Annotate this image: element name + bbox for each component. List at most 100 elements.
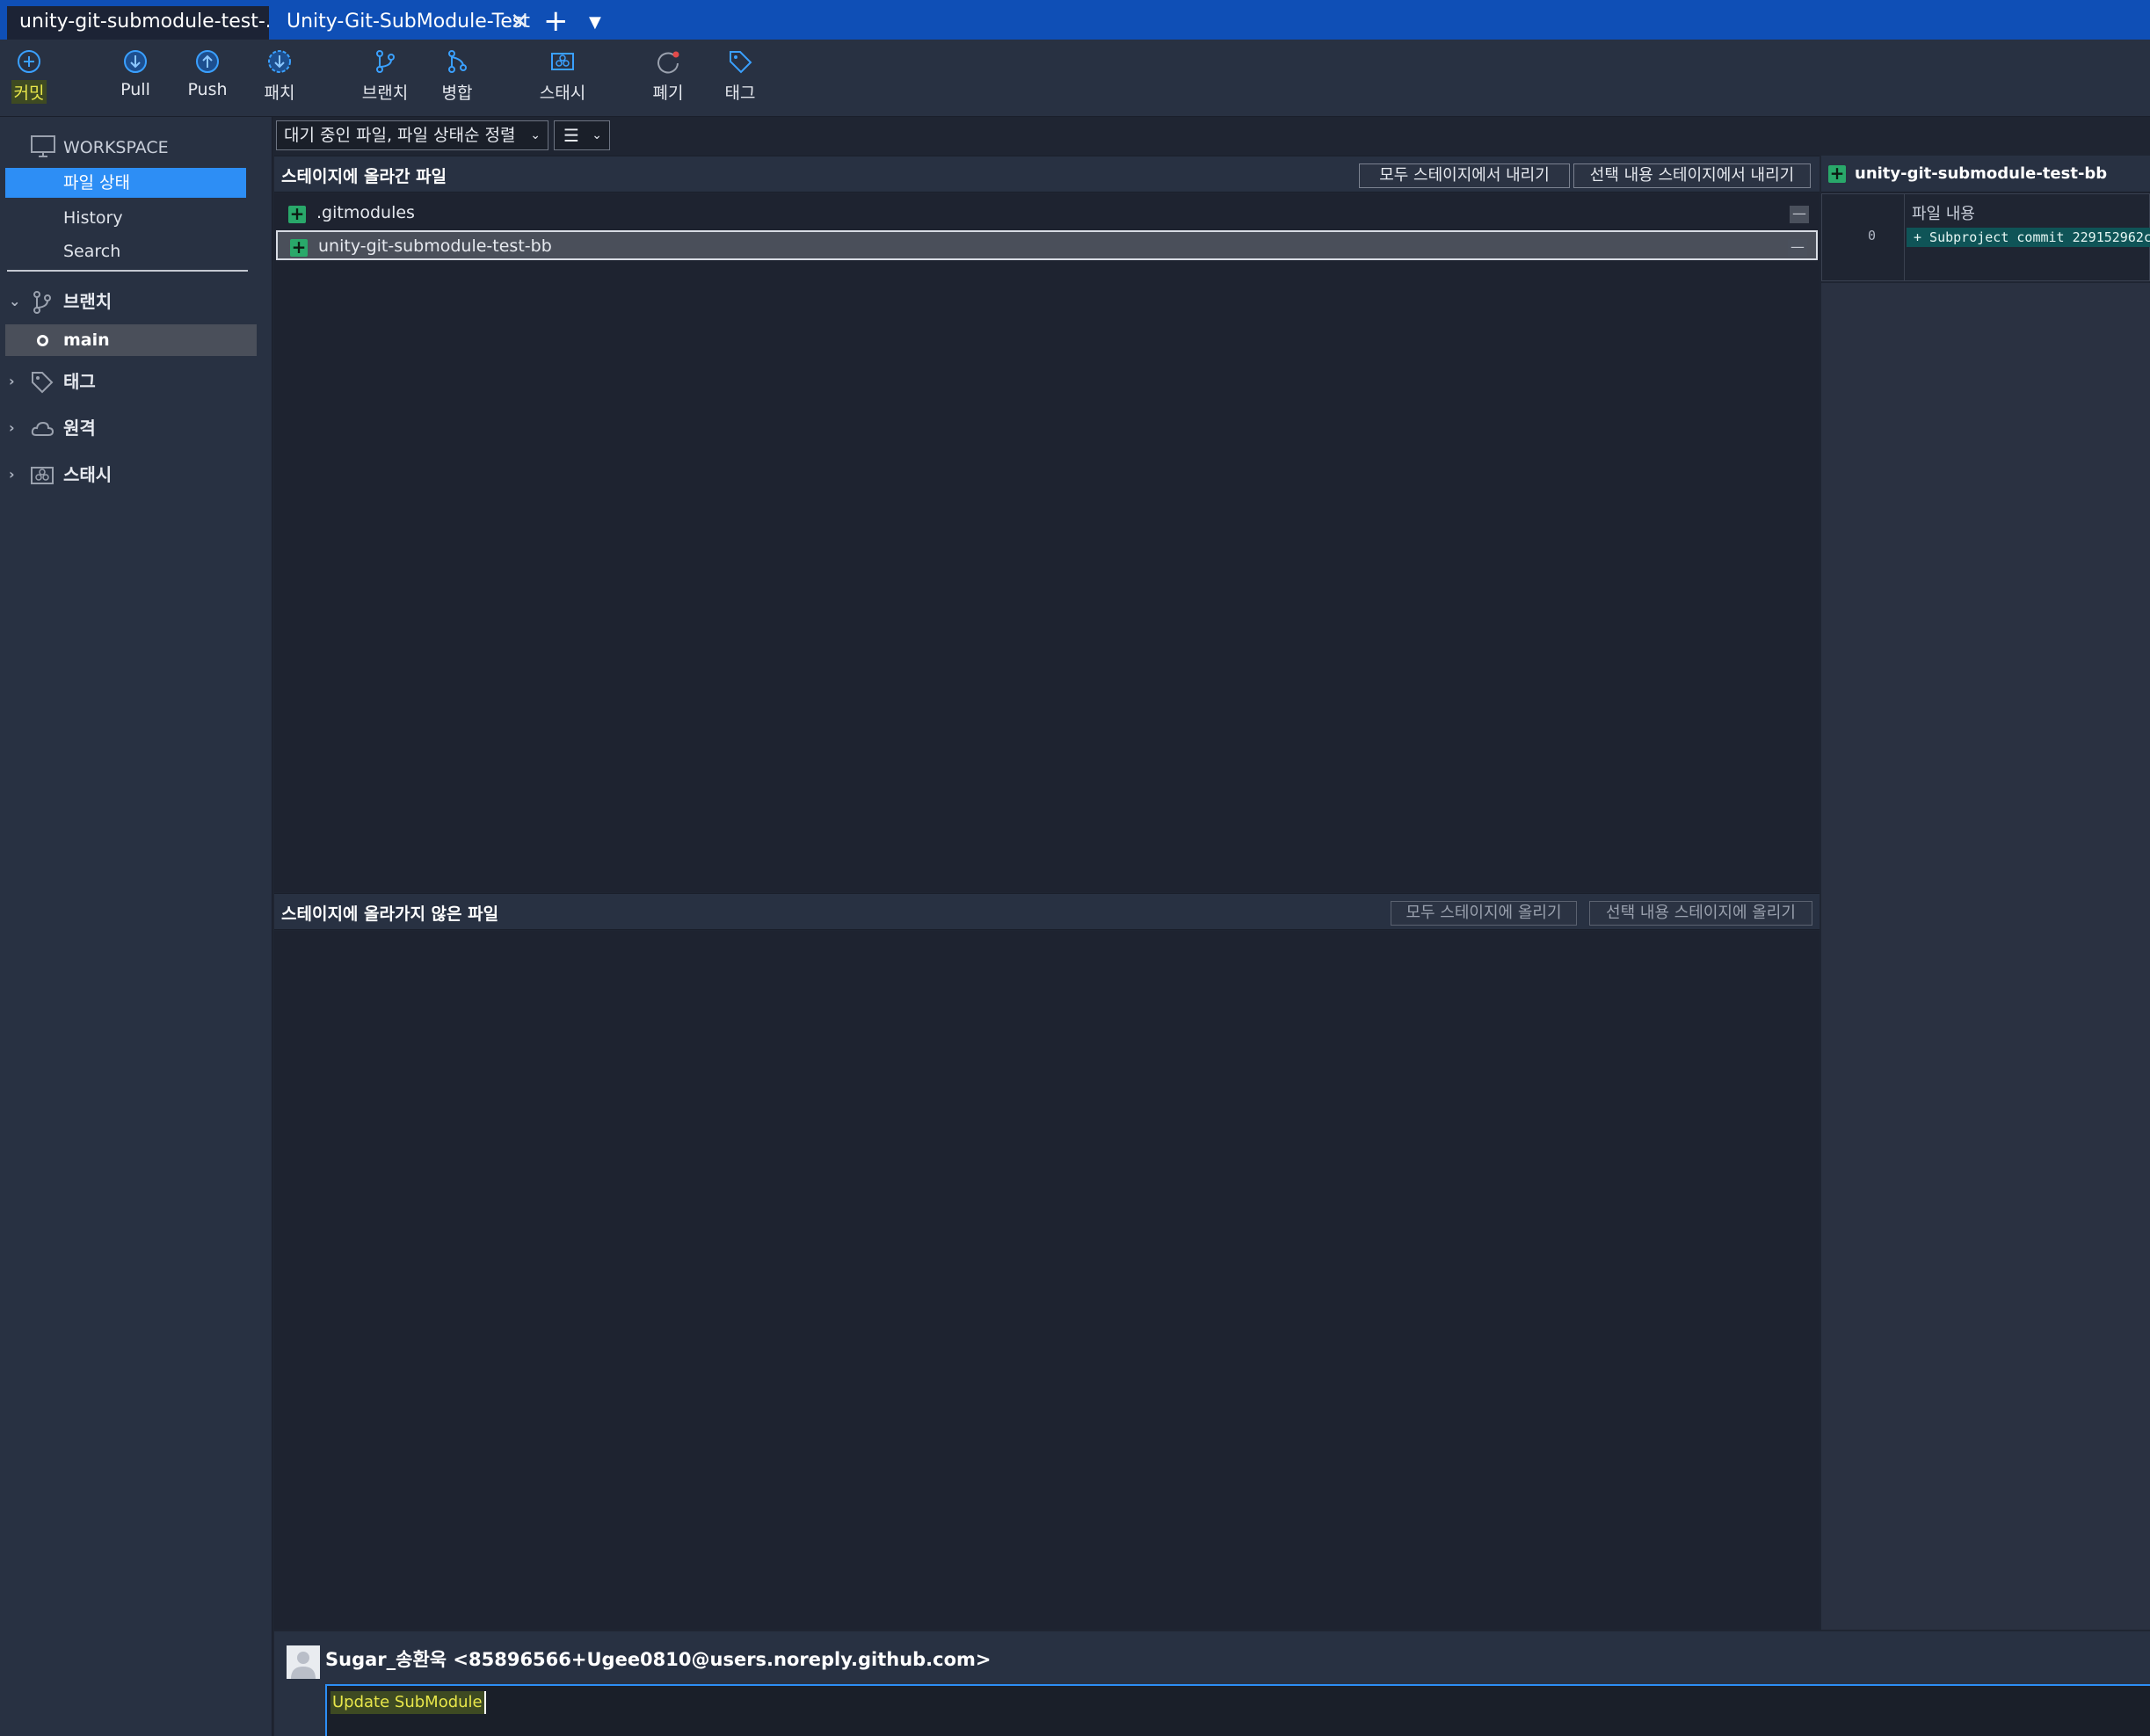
unstaged-files-header: 스테이지에 올라가지 않은 파일 모두 스테이지에 올리기 선택 내용 스테이지… <box>274 893 1820 930</box>
discard-icon <box>657 51 679 74</box>
commit-author: Sugar_송환욱 <85896566+Ugee0810@users.norep… <box>325 1649 991 1670</box>
tags-label: 태그 <box>63 371 96 392</box>
pull-button[interactable]: Pull <box>96 48 175 113</box>
sidebar-section-branches[interactable]: ⌄ 브랜치 <box>0 287 272 316</box>
current-branch-indicator-icon <box>37 335 48 346</box>
stash-label: 스태시 <box>539 84 586 103</box>
monitor-icon <box>31 135 55 157</box>
sidebar-section-stashes[interactable]: › 스태시 <box>0 460 272 490</box>
unstage-file-button[interactable]: — <box>1788 239 1807 257</box>
staged-file-row[interactable]: + .gitmodules — <box>276 199 1818 229</box>
staged-files-list: + .gitmodules — + unity-git-submodule-te… <box>274 193 1820 892</box>
sidebar-item-file-status[interactable]: 파일 상태 <box>5 168 246 198</box>
workspace-header: WORKSPACE <box>0 134 272 161</box>
stash-button[interactable]: 스태시 <box>523 48 602 113</box>
commit-message-input[interactable]: Update SubModule <box>325 1684 2150 1736</box>
chevron-right-icon[interactable]: › <box>9 460 15 490</box>
file-name: .gitmodules <box>316 203 415 222</box>
sidebar-section-remotes[interactable]: › 원격 <box>0 413 272 443</box>
added-status-icon: + <box>1828 163 1846 184</box>
divider <box>7 270 248 272</box>
merge-icon <box>448 50 467 73</box>
branches-label: 브랜치 <box>63 291 113 312</box>
push-button[interactable]: Push <box>168 48 247 113</box>
file-name: unity-git-submodule-test-bb <box>318 236 552 256</box>
cloud-icon <box>31 421 54 436</box>
chevron-down-icon: ⌄ <box>530 128 541 142</box>
branch-label: 브랜치 <box>361 84 409 103</box>
commit-message-text: Update SubModule <box>330 1691 486 1714</box>
push-icon <box>196 50 219 73</box>
staged-files-title: 스테이지에 올라간 파일 <box>281 167 447 186</box>
tag-button[interactable]: 태그 <box>701 48 780 113</box>
branch-name: main <box>63 330 110 350</box>
merge-button[interactable]: 병합 <box>418 48 497 113</box>
file-filter-value: 대기 중인 파일, 파일 상태순 정렬 <box>284 126 516 145</box>
tag-icon <box>730 51 752 74</box>
discard-label: 폐기 <box>652 84 684 103</box>
commit-icon <box>18 50 40 73</box>
diff-gutter <box>1822 194 1905 280</box>
plus-icon[interactable]: + <box>543 4 569 39</box>
diff-empty-area <box>1821 283 2150 1630</box>
chevron-down-icon[interactable]: ⌄ <box>9 287 20 316</box>
stash-icon <box>31 467 54 484</box>
sidebar-item-history[interactable]: History <box>0 205 272 231</box>
added-status-icon: + <box>290 236 308 258</box>
avatar <box>287 1645 320 1679</box>
pull-label: Pull <box>120 80 150 99</box>
diff-header: + unity-git-submodule-test-bb <box>1821 156 2150 192</box>
sidebar-item-search[interactable]: Search <box>0 238 272 265</box>
workspace-label: WORKSPACE <box>63 138 169 157</box>
stage-all-button[interactable]: 모두 스테이지에 올리기 <box>1391 901 1577 926</box>
tag-label: 태그 <box>724 84 756 103</box>
discard-button[interactable]: 폐기 <box>628 48 708 113</box>
diff-hunk[interactable]: 파일 내용 0 + Subproject commit 229152962c <box>1821 193 2150 281</box>
branch-icon <box>33 291 51 314</box>
staged-file-row-selected[interactable]: + unity-git-submodule-test-bb — <box>276 230 1818 260</box>
diff-file-name: unity-git-submodule-test-bb <box>1855 164 2108 183</box>
chevron-down-icon[interactable]: ▼ <box>589 7 601 39</box>
user-icon <box>287 1645 320 1679</box>
fetch-label: 패치 <box>264 84 295 103</box>
tab-label: Unity-Git-SubModule-Test <box>287 11 530 33</box>
sidebar: WORKSPACE 파일 상태 History Search ⌄ 브랜치 mai… <box>0 117 272 1736</box>
diff-added-line[interactable]: + Subproject commit 229152962c <box>1907 228 2150 247</box>
file-filter-select[interactable]: 대기 중인 파일, 파일 상태순 정렬 ⌄ <box>276 120 548 150</box>
unstaged-files-title: 스테이지에 올라가지 않은 파일 <box>281 904 499 924</box>
unstage-all-button[interactable]: 모두 스테이지에서 내리기 <box>1359 163 1570 188</box>
commit-label: 커밋 <box>11 80 47 104</box>
stashes-label: 스태시 <box>63 464 113 485</box>
pull-icon <box>124 50 147 73</box>
push-label: Push <box>187 80 228 99</box>
tab-repository-active[interactable]: unity-git-submodule-test-... <box>7 6 269 40</box>
added-status-icon: + <box>288 203 306 224</box>
merge-label: 병합 <box>441 84 473 103</box>
unstaged-files-list <box>274 931 1820 1630</box>
tab-label: unity-git-submodule-test-... <box>19 11 269 33</box>
toolbar: 커밋 Pull Push 패치 브랜치 병합 스태시 폐기 태그 <box>0 40 2150 117</box>
commit-area: Sugar_송환욱 <85896566+Ugee0810@users.norep… <box>274 1631 2150 1736</box>
close-icon[interactable]: ✕ <box>510 6 529 38</box>
sidebar-section-tags[interactable]: › 태그 <box>0 367 272 396</box>
hunk-title: 파일 내용 <box>1912 205 1975 223</box>
tab-repository[interactable]: Unity-Git-SubModule-Test ✕ <box>274 6 536 40</box>
tab-bar: unity-git-submodule-test-... Unity-Git-S… <box>0 0 2150 40</box>
unstage-selected-button[interactable]: 선택 내용 스테이지에서 내리기 <box>1573 163 1811 188</box>
list-icon: ☰ <box>563 125 579 146</box>
stage-selected-button[interactable]: 선택 내용 스테이지에 올리기 <box>1589 901 1812 926</box>
commit-button[interactable]: 커밋 <box>0 48 69 113</box>
sidebar-item-branch-main[interactable]: main <box>5 324 257 356</box>
branch-icon <box>376 50 395 73</box>
fetch-icon <box>268 50 291 73</box>
chevron-right-icon[interactable]: › <box>9 367 15 396</box>
view-mode-select[interactable]: ☰ ⌄ <box>554 120 610 150</box>
fetch-button[interactable]: 패치 <box>240 48 319 113</box>
branch-button[interactable]: 브랜치 <box>345 48 425 113</box>
line-number: 0 <box>1868 228 1877 243</box>
staged-files-header: 스테이지에 올라간 파일 모두 스테이지에서 내리기 선택 내용 스테이지에서 … <box>274 156 1820 192</box>
chevron-right-icon[interactable]: › <box>9 413 15 443</box>
tag-icon <box>32 372 54 394</box>
remotes-label: 원격 <box>63 418 96 439</box>
unstage-file-button[interactable]: — <box>1790 206 1809 223</box>
